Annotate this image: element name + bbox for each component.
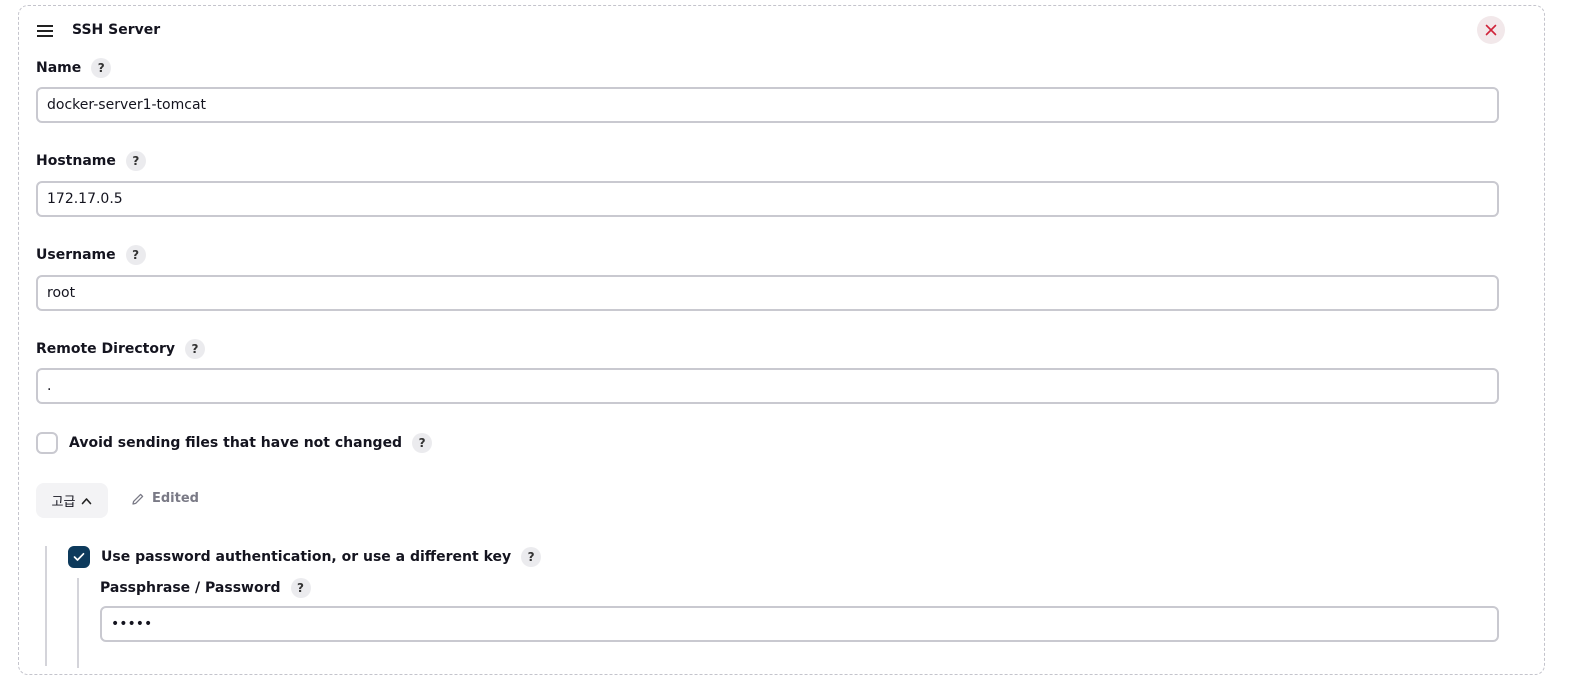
password-auth-checkbox[interactable]	[68, 546, 90, 568]
close-button[interactable]	[1477, 16, 1505, 44]
remote-directory-label: Remote Directory	[36, 341, 176, 357]
hostname-help-icon[interactable]: ?	[125, 151, 146, 171]
username-label: Username	[36, 247, 116, 263]
advanced-toggle-button[interactable]: 고급	[36, 483, 108, 518]
passphrase-help-icon[interactable]: ?	[290, 578, 311, 598]
hamburger-menu-icon[interactable]	[37, 25, 53, 37]
name-label-row: Name ?	[36, 58, 112, 78]
edited-indicator: Edited	[131, 491, 199, 506]
passphrase-label-row: Passphrase / Password ?	[100, 578, 311, 598]
name-help-icon[interactable]: ?	[91, 58, 112, 78]
name-field-value: docker-server1-tomcat	[47, 97, 207, 113]
checkmark-icon	[73, 552, 85, 561]
pencil-icon	[132, 493, 144, 505]
password-section-divider	[77, 578, 79, 668]
avoid-sending-label-row: Avoid sending files that have not change…	[69, 433, 433, 453]
username-label-row: Username ?	[36, 245, 146, 265]
username-field-value: root	[47, 285, 76, 301]
remote-directory-label-row: Remote Directory ?	[36, 339, 206, 359]
name-field[interactable]: docker-server1-tomcat	[36, 87, 1499, 123]
hostname-field-value: 172.17.0.5	[47, 191, 123, 207]
advanced-section-divider	[45, 546, 47, 666]
card-title: SSH Server	[72, 22, 161, 38]
avoid-sending-label: Avoid sending files that have not change…	[69, 435, 403, 451]
username-field[interactable]: root	[36, 275, 1499, 311]
remote-directory-help-icon[interactable]: ?	[185, 339, 206, 359]
hostname-label-row: Hostname ?	[36, 151, 146, 171]
advanced-label: 고급	[51, 495, 76, 510]
avoid-sending-help-icon[interactable]: ?	[412, 433, 433, 453]
passphrase-field[interactable]: •••••	[100, 606, 1499, 642]
chevron-up-icon	[82, 497, 92, 504]
edited-label: Edited	[152, 491, 199, 506]
password-auth-help-icon[interactable]: ?	[521, 547, 542, 567]
remote-directory-field-value: .	[47, 378, 52, 394]
password-auth-label: Use password authentication, or use a di…	[101, 549, 512, 565]
remote-directory-field[interactable]: .	[36, 368, 1499, 404]
password-auth-label-row: Use password authentication, or use a di…	[101, 547, 542, 567]
name-label: Name	[36, 60, 82, 76]
close-icon	[1485, 24, 1497, 36]
hostname-label: Hostname	[36, 153, 116, 169]
hostname-field[interactable]: 172.17.0.5	[36, 181, 1499, 217]
avoid-sending-checkbox[interactable]	[36, 432, 58, 454]
username-help-icon[interactable]: ?	[125, 245, 146, 265]
passphrase-label: Passphrase / Password	[100, 580, 281, 596]
passphrase-field-value: •••••	[111, 616, 153, 632]
